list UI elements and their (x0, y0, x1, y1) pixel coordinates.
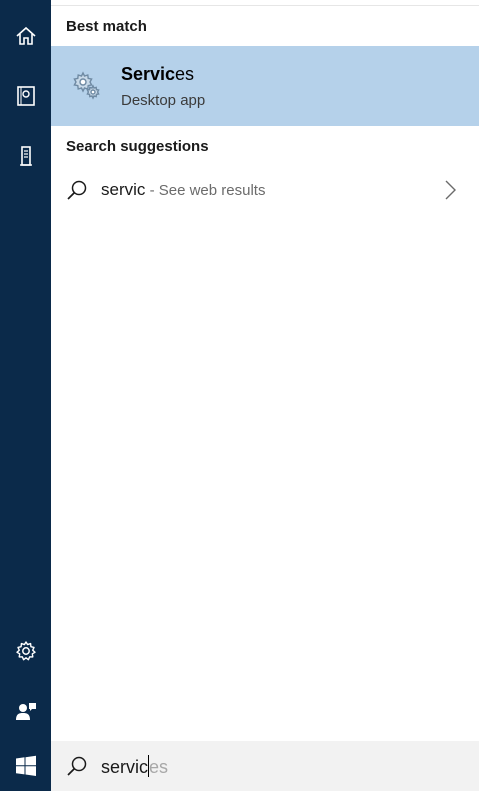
home-icon (15, 26, 36, 45)
notebook-button[interactable] (0, 72, 51, 120)
windows-logo-icon (15, 755, 36, 776)
tower-icon (19, 146, 32, 166)
best-match-heading: Best match (66, 18, 147, 35)
app-type: Desktop app (121, 92, 206, 109)
app-name-rest: es (175, 64, 195, 84)
chevron-right-icon (445, 180, 456, 200)
app-name: Services (121, 64, 194, 85)
search-icon (67, 756, 87, 776)
search-results-panel: Best match Services Desktop app Search s… (51, 0, 479, 741)
feedback-button[interactable] (0, 687, 51, 735)
web-suggestion-item[interactable]: servic - See web results (51, 168, 479, 212)
suggestion-query: servic (101, 180, 146, 199)
start-button[interactable] (0, 741, 51, 791)
divider (51, 5, 479, 6)
home-button[interactable] (0, 12, 51, 60)
start-rail (0, 0, 51, 791)
app-name-match: Servic (121, 64, 176, 84)
search-icon (67, 180, 87, 200)
search-autocomplete: es (149, 757, 169, 777)
gear-icon (15, 641, 36, 661)
suggestion-hint: - See web results (145, 182, 266, 199)
suggestion-text: servic - See web results (101, 180, 265, 200)
notebook-icon (16, 86, 35, 106)
best-match-result[interactable]: Services Desktop app (51, 46, 479, 126)
settings-button[interactable] (0, 627, 51, 675)
search-input[interactable]: services (101, 755, 168, 778)
feedback-icon (15, 703, 36, 720)
services-app-icon (73, 71, 100, 100)
search-box[interactable]: services (51, 741, 479, 791)
search-typed-text: servic (101, 757, 149, 777)
device-button[interactable] (0, 132, 51, 180)
search-suggestions-heading: Search suggestions (66, 138, 209, 155)
